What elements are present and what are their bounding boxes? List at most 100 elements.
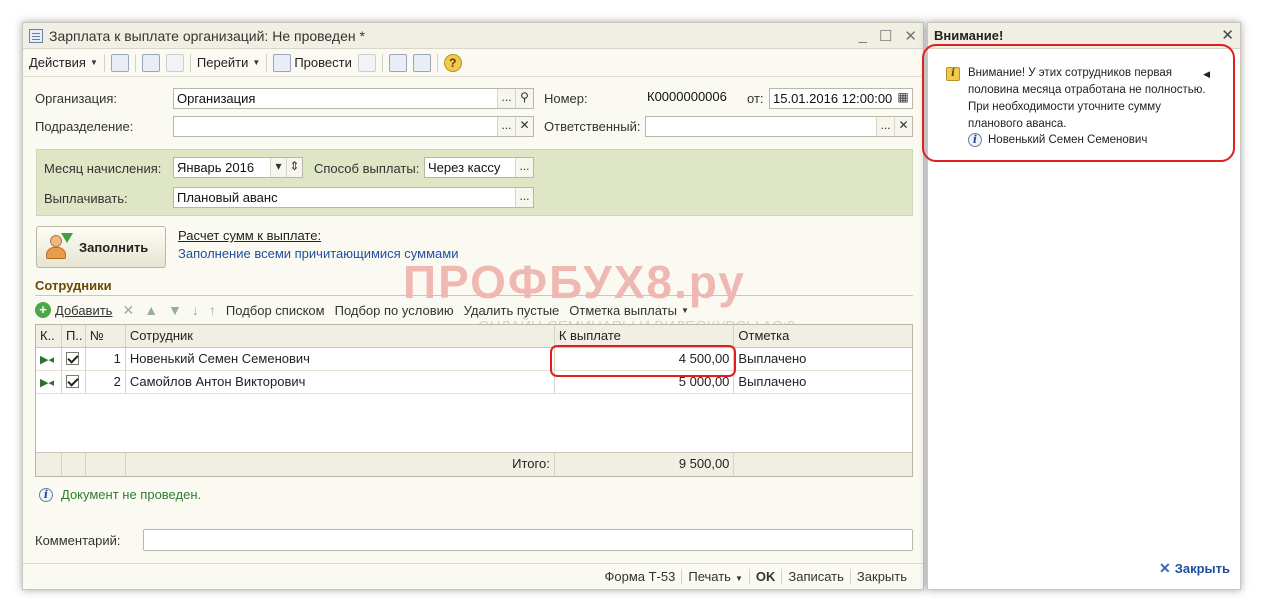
column-header[interactable]: К выплате	[555, 325, 735, 347]
pick-condition-button[interactable]: Подбор по условию	[335, 303, 454, 318]
pay-label: Выплачивать:	[44, 191, 128, 206]
number-value[interactable]: К0000000006	[647, 89, 727, 104]
mark-cell[interactable]: Выплачено	[734, 348, 912, 370]
comment-field[interactable]	[143, 529, 913, 551]
employee-name[interactable]: Самойлов Антон Викторович	[126, 371, 555, 393]
clear-icon[interactable]: ✕	[894, 117, 912, 136]
alert-highlight	[922, 44, 1235, 162]
post-label: Провести	[294, 55, 352, 70]
column-header[interactable]: К..	[36, 325, 62, 347]
alert-close-button[interactable]: ✕ Закрыть	[1159, 560, 1230, 577]
column-header[interactable]: П..	[62, 325, 86, 347]
row-checkbox[interactable]	[62, 348, 86, 370]
refresh-icon[interactable]	[141, 53, 160, 72]
add-button[interactable]: + Добавить	[35, 302, 112, 318]
select-button[interactable]: ...	[497, 89, 515, 108]
close-window-button[interactable]: ✕	[904, 27, 917, 45]
form-t53-button[interactable]: Форма Т-53	[598, 569, 681, 584]
chevron-down-icon: ▼	[252, 58, 261, 67]
based-on-icon[interactable]	[165, 53, 184, 72]
organization-field[interactable]: Организация ... ⚲	[173, 88, 534, 109]
chevron-down-icon[interactable]: ▾	[270, 158, 286, 177]
date-field[interactable]: 15.01.2016 12:00:00 ▦	[769, 88, 913, 109]
column-header[interactable]: №	[86, 325, 126, 347]
save-button[interactable]: Записать	[781, 569, 850, 584]
mark-payment-label: Отметка выплаты	[569, 302, 677, 318]
document-icon	[29, 28, 43, 43]
toolbar-separator	[436, 53, 438, 72]
chevron-down-icon: ▼	[681, 305, 689, 315]
toolbar-separator	[103, 53, 105, 72]
responsible-field[interactable]: ... ✕	[645, 116, 913, 137]
print-menu[interactable]: Печать ▼	[681, 569, 749, 584]
minimize-button[interactable]: _	[859, 27, 867, 45]
row-checkbox[interactable]	[62, 371, 86, 393]
fill-person-icon	[45, 233, 73, 261]
mark-payment-menu[interactable]: Отметка выплаты ▼	[569, 303, 689, 318]
sort-desc-icon[interactable]: ↑	[209, 302, 216, 318]
delete-empty-button[interactable]: Удалить пустые	[464, 303, 560, 318]
employees-toolbar: + Добавить ✕ ▲ ▼ ↓ ↑ Подбор списком Подбо…	[35, 299, 699, 321]
save-post-icon[interactable]	[110, 53, 129, 72]
employees-section-title: Сотрудники	[35, 278, 112, 293]
status-line: i Документ не проведен.	[39, 487, 201, 502]
ok-button[interactable]: OK	[748, 569, 782, 584]
department-label: Подразделение:	[35, 119, 134, 134]
column-header[interactable]: Сотрудник	[126, 325, 555, 347]
calc-link[interactable]: Расчет сумм к выплате:	[178, 228, 321, 243]
mark-cell[interactable]: Выплачено	[734, 371, 912, 393]
checklist-icon[interactable]	[412, 53, 431, 72]
spinner-icon[interactable]: ⇕	[286, 158, 302, 177]
select-button[interactable]: ...	[497, 117, 515, 136]
move-down-icon[interactable]: ▼	[168, 302, 182, 318]
goto-menu[interactable]: Перейти ▼	[197, 55, 260, 70]
employee-name[interactable]: Новенький Семен Семенович	[126, 348, 555, 370]
actions-menu[interactable]: Действия ▼	[29, 55, 98, 70]
close-button[interactable]: Закрыть	[849, 569, 913, 584]
table-header: К.. П.. № Сотрудник К выплате Отметка	[36, 325, 912, 348]
month-label: Месяц начисления:	[44, 161, 162, 176]
clear-icon[interactable]: ✕	[515, 117, 533, 136]
select-button[interactable]: ...	[515, 188, 533, 207]
info-icon: i	[39, 487, 53, 502]
post-icon	[273, 53, 292, 72]
fill-button[interactable]: Заполнить	[36, 226, 166, 268]
table-row[interactable]: ▶◂ 2 Самойлов Антон Викторович 5 000,00 …	[36, 371, 912, 394]
organization-value: Организация	[177, 91, 256, 106]
row-number: 2	[86, 371, 126, 393]
search-icon[interactable]: ⚲	[515, 89, 533, 108]
date-label: от:	[747, 91, 764, 106]
dt-kt-icon[interactable]	[357, 53, 376, 72]
payment-method-field[interactable]: Через кассу ...	[424, 157, 534, 178]
footer-cell	[62, 453, 86, 476]
select-button[interactable]: ...	[515, 158, 533, 177]
table-row[interactable]: ▶◂ 1 Новенький Семен Семенович 4 500,00 …	[36, 348, 912, 371]
month-field[interactable]: Январь 2016 ▾ ⇕	[173, 157, 303, 178]
amount-highlight	[550, 345, 736, 377]
goto-label: Перейти	[196, 55, 249, 70]
move-up-icon[interactable]: ▲	[144, 302, 158, 318]
post-button[interactable]: Провести	[273, 53, 352, 72]
select-button[interactable]: ...	[876, 117, 894, 136]
department-field[interactable]: ... ✕	[173, 116, 534, 137]
calendar-icon[interactable]: ▦	[894, 89, 912, 108]
pay-value: Плановый аванс	[177, 190, 278, 205]
pay-field[interactable]: Плановый аванс ...	[173, 187, 534, 208]
sort-asc-icon[interactable]: ↓	[192, 302, 199, 318]
alert-close-label: Закрыть	[1174, 561, 1230, 576]
row-status-icon: ▶◂	[36, 348, 62, 370]
month-value: Январь 2016	[177, 160, 255, 175]
maximize-button[interactable]: ☐	[879, 27, 892, 45]
column-header[interactable]: Отметка	[734, 325, 912, 347]
pick-list-button[interactable]: Подбор списком	[226, 303, 325, 318]
payment-method-value: Через кассу	[428, 160, 501, 175]
title-bar: Зарплата к выплате организаций: Не прове…	[23, 23, 923, 49]
table-footer: Итого: 9 500,00	[36, 452, 912, 476]
print-label: Печать	[688, 569, 731, 584]
toolbar-separator	[189, 53, 191, 72]
help-icon[interactable]: ?	[443, 53, 462, 72]
delete-icon[interactable]: ✕	[122, 302, 134, 319]
window-controls: _ ☐ ✕	[859, 27, 917, 45]
structure-icon[interactable]	[388, 53, 407, 72]
footer-cell	[734, 453, 912, 476]
